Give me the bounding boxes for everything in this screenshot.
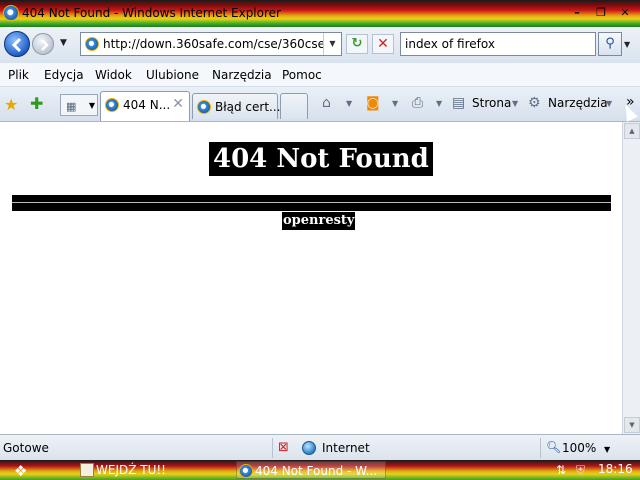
ie-logo-icon [239,464,253,478]
address-dropdown-icon[interactable]: ▼ [323,33,341,55]
page-heading: 404 Not Found [209,142,433,176]
tab-certificate-error[interactable]: Błąd cert... [192,93,281,119]
search-input[interactable]: index of firefox [405,37,495,51]
tab-ie-icon [105,98,119,112]
tab-404-not-found[interactable]: 404 N... ✕ [100,91,190,121]
quick-tabs-icon: ▦ [66,100,77,113]
menu-view[interactable]: Widok [95,68,132,82]
tab-label: Błąd cert... [215,100,281,114]
horizontal-rule [12,195,611,211]
security-shield-icon[interactable]: ⛨ [576,463,585,478]
new-tab-button[interactable] [280,93,308,119]
zoom-level[interactable]: 100% [562,441,596,455]
document-icon [80,463,94,477]
security-zone[interactable]: Internet [322,441,370,455]
clock[interactable]: 18:16 [598,462,633,476]
home-dropdown-icon[interactable]: ▼ [346,99,352,108]
forward-arrow-icon [41,39,49,51]
address-bar[interactable]: http://down.360safe.com/cse/360cse_or ▼ [80,32,342,56]
status-bar: Gotowe ⊠ Internet 🔍︎ 100% ▼ [0,434,640,460]
protected-mode-icon[interactable]: ⊠ [278,440,289,455]
scroll-up-icon[interactable]: ▲ [624,123,640,139]
menu-favorites[interactable]: Ulubione [146,68,199,82]
title-bar: 404 Not Found - Windows Internet Explore… [0,0,640,27]
tools-menu-button[interactable]: Narzędzia [548,96,608,110]
print-dropdown-icon[interactable]: ▼ [436,99,442,108]
feeds-dropdown-icon[interactable]: ▼ [392,99,398,108]
taskbar-item-label: WEJDŹ TU!! [96,463,166,477]
tab-bar: ★ ✚ ▦ ▼ 404 N... ✕ Błąd cert... ⌂ ▼ ◙ ▼ … [0,87,640,122]
menu-tools[interactable]: Narzędzia [212,68,272,82]
stop-button[interactable]: ✕ [372,34,394,54]
back-button[interactable] [4,31,30,57]
tab-label: 404 N... [123,98,171,112]
search-options-dropdown-icon[interactable]: ▼ [624,40,630,49]
star-icon[interactable]: ★ [4,95,18,114]
tab-ie-icon [197,100,211,114]
page-menu-button[interactable]: Strona [472,96,511,110]
back-arrow-icon [11,37,22,53]
forward-button[interactable] [32,33,54,55]
address-url[interactable]: http://down.360safe.com/cse/360cse_or [103,37,323,51]
minimize-button[interactable]: – [568,6,586,20]
menu-edit[interactable]: Edycja [44,68,84,82]
search-button[interactable]: ⚲ [598,32,622,56]
history-dropdown-icon[interactable]: ▼ [60,38,67,48]
scroll-down-icon[interactable]: ▼ [624,417,640,433]
close-tab-icon[interactable]: ✕ [172,96,184,112]
zoom-dropdown-icon[interactable]: ▼ [604,445,610,454]
page-icon[interactable]: ▤ [452,95,465,111]
page-dropdown-icon[interactable]: ▼ [512,99,518,108]
zoom-icon[interactable]: 🔍︎ [546,440,561,454]
taskbar-item-ie[interactable]: 404 Not Found - W... [236,461,386,479]
menu-file[interactable]: Plik [8,68,29,82]
gear-icon[interactable]: ⚙ [528,95,541,111]
quick-tabs-button[interactable]: ▦ ▼ [60,94,98,116]
menu-help[interactable]: Pomoc [282,68,322,82]
taskbar: ❖ WEJDŹ TU!! 404 Not Found - W... ⇅ ⛨ 18… [0,460,640,480]
status-text: Gotowe [3,441,49,455]
status-separator [272,438,273,458]
start-button[interactable]: ❖ [14,462,27,480]
window-title: 404 Not Found - Windows Internet Explore… [22,6,281,20]
rss-icon[interactable]: ◙ [366,95,380,111]
add-favorite-icon[interactable]: ✚ [30,94,43,113]
taskbar-item-wejdz[interactable]: WEJDŹ TU!! [78,461,166,479]
page-icon [85,37,99,51]
search-box[interactable]: index of firefox [400,32,596,56]
quick-tabs-dropdown-icon[interactable]: ▼ [89,101,95,110]
navigation-bar: ▼ http://down.360safe.com/cse/360cse_or … [0,27,640,63]
network-icon[interactable]: ⇅ [556,463,566,477]
close-button[interactable]: ✕ [616,6,634,20]
status-separator [540,438,541,458]
home-icon[interactable]: ⌂ [322,95,331,111]
server-signature: openresty [282,212,356,230]
page-content: 404 Not Found openresty [0,122,622,434]
refresh-button[interactable]: ↻ [346,34,368,54]
ie-logo-icon [3,5,19,21]
printer-icon[interactable]: ⎙ [412,95,423,111]
restore-button[interactable]: ❐ [592,6,610,20]
menu-bar: Plik Edycja Widok Ulubione Narzędzia Pom… [0,63,640,87]
tools-dropdown-icon[interactable]: ▼ [606,99,612,108]
taskbar-item-label: 404 Not Found - W... [255,464,378,478]
globe-icon [302,441,316,455]
vertical-scrollbar[interactable]: ▲ ▼ [622,122,640,434]
